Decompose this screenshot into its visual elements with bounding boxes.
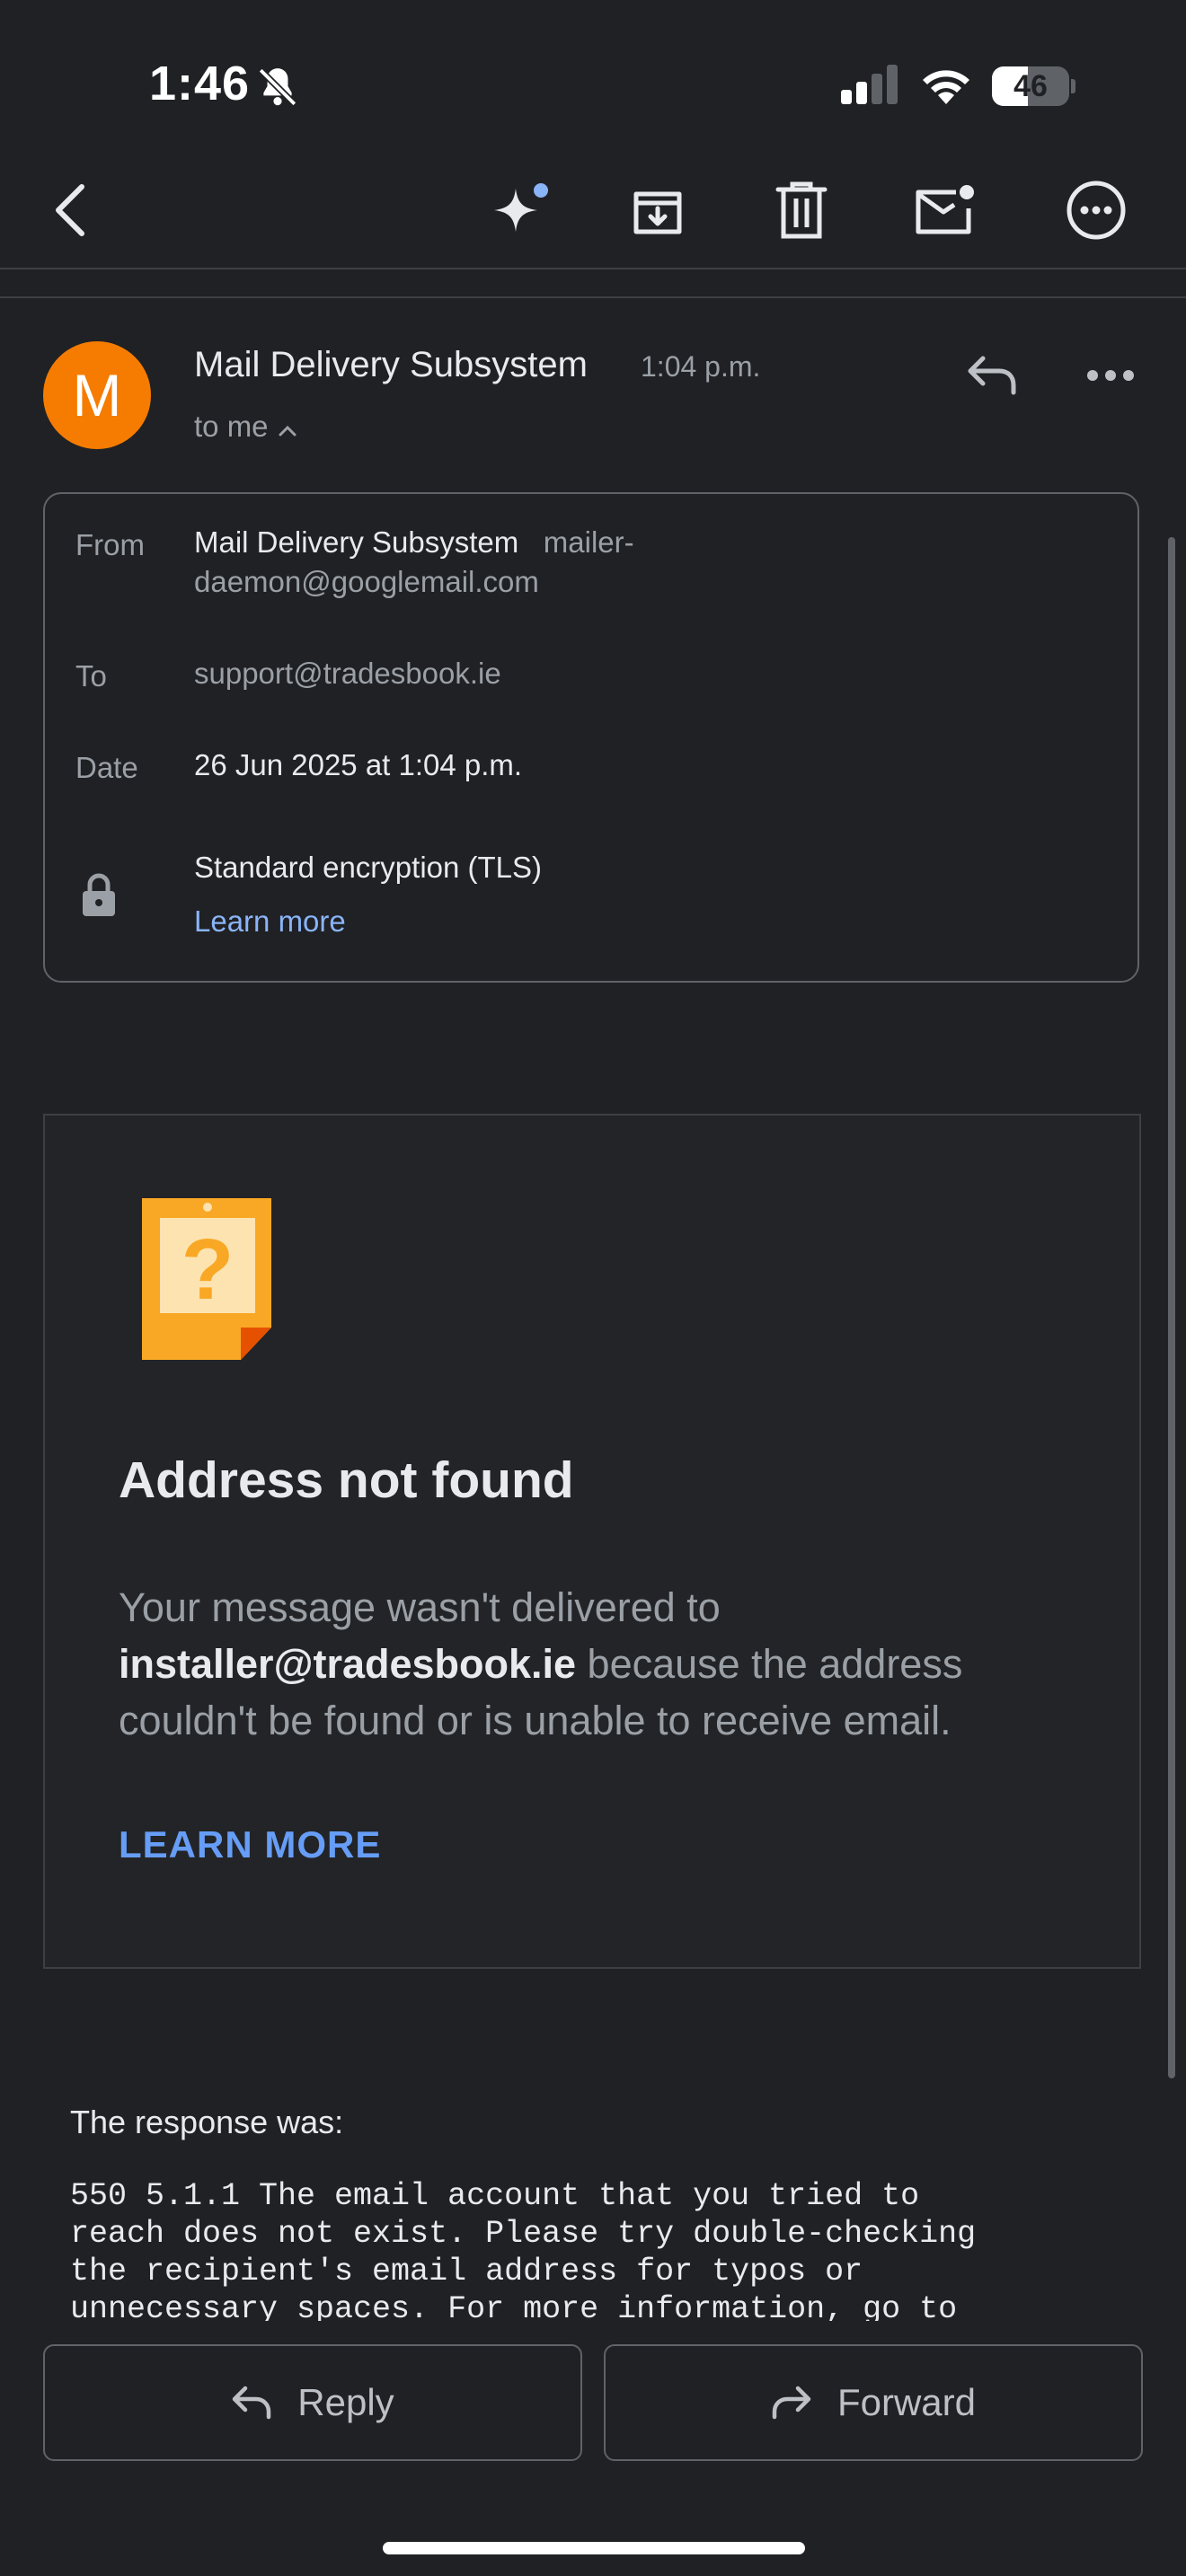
email-time: 1:04 p.m. (641, 350, 761, 383)
forward-icon (772, 2386, 811, 2420)
more-circle-icon (1067, 181, 1126, 240)
sparkle-icon (494, 183, 548, 232)
sender-name: Mail Delivery Subsystem (194, 345, 588, 384)
from-address-part1: mailer- (543, 525, 634, 559)
reply-button[interactable]: Reply (43, 2344, 582, 2461)
card-body-start: Your message wasn't delivered to (119, 1584, 721, 1630)
more-options-button[interactable] (1064, 178, 1128, 243)
to-value: support@tradesbook.ie (194, 657, 501, 690)
message-more-button[interactable] (1078, 343, 1143, 408)
date-value: 26 Jun 2025 at 1:04 p.m. (194, 748, 523, 781)
gemini-button[interactable] (489, 178, 553, 243)
mark-unread-icon (916, 185, 974, 234)
reply-icon (968, 356, 1016, 395)
wifi-icon (918, 63, 974, 109)
delete-button[interactable] (769, 178, 834, 243)
svg-text:?: ? (181, 1222, 235, 1318)
card-body: Your message wasn't delivered to installe… (119, 1579, 1062, 1749)
response-label: The response was: (70, 2104, 344, 2140)
response-text: 550 5.1.1 The email account that you tri… (70, 2178, 977, 2321)
encryption-label: Standard encryption (TLS) (194, 851, 543, 884)
toolbar-divider (0, 268, 1186, 269)
from-value: Mail Delivery Subsystem mailer- daemon@g… (194, 523, 634, 602)
back-button[interactable] (38, 178, 102, 243)
from-name: Mail Delivery Subsystem (194, 525, 519, 559)
learn-more-link[interactable]: Learn more (194, 902, 346, 941)
lock-icon (81, 873, 117, 921)
recipient-toggle[interactable]: to me (194, 410, 297, 446)
to-label: To (75, 659, 107, 693)
reply-header-button[interactable] (960, 343, 1024, 408)
from-label: From (75, 528, 145, 561)
status-time: 1:46 (149, 57, 251, 110)
reply-icon (233, 2386, 271, 2420)
card-learn-more-link[interactable]: LEARN MORE (119, 1823, 381, 1866)
chevron-left-icon (56, 184, 84, 236)
mark-unread-button[interactable] (913, 178, 978, 243)
archive-button[interactable] (625, 178, 690, 243)
trash-icon (775, 181, 828, 239)
bell-slash-icon (255, 65, 300, 114)
battery-indicator: 46 (992, 66, 1075, 106)
home-indicator[interactable] (383, 2542, 805, 2554)
bounced-address: installer@tradesbook.ie (119, 1641, 577, 1687)
forward-button[interactable]: Forward (604, 2344, 1143, 2461)
battery-percent: 46 (1013, 69, 1048, 103)
scrollbar[interactable] (1168, 537, 1175, 2078)
header-divider (0, 296, 1186, 298)
sender-avatar[interactable]: M (43, 341, 151, 449)
to-me-label: to me (194, 410, 269, 443)
archive-icon (633, 191, 682, 234)
cellular-signal-icon (839, 65, 900, 109)
chevron-up-icon (278, 411, 297, 446)
from-address-part2: daemon@googlemail.com (194, 565, 539, 598)
forward-label: Forward (836, 2381, 977, 2423)
encryption-info: Standard encryption (TLS) Learn more (194, 848, 542, 941)
card-title: Address not found (119, 1451, 574, 1509)
reply-label: Reply (297, 2381, 394, 2423)
more-horizontal-icon (1087, 370, 1134, 381)
date-label: Date (75, 751, 138, 784)
question-note-icon: ? (140, 1195, 275, 1366)
